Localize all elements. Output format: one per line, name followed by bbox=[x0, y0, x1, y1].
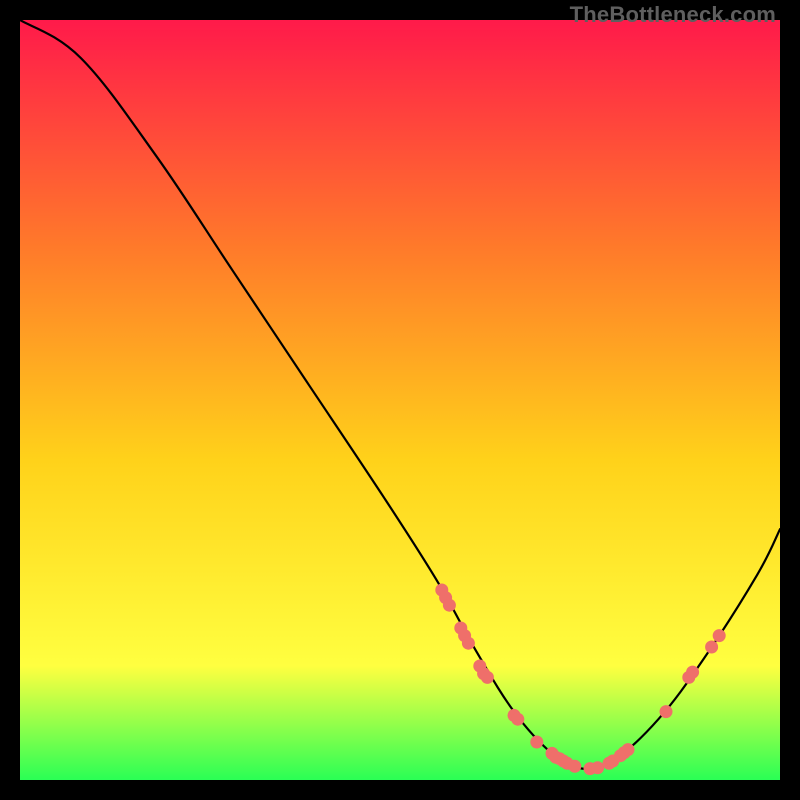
data-point bbox=[686, 666, 699, 679]
data-point bbox=[591, 761, 604, 774]
data-point bbox=[530, 736, 543, 749]
gradient-background bbox=[20, 20, 780, 780]
data-point bbox=[568, 760, 581, 773]
data-point bbox=[511, 713, 524, 726]
data-point bbox=[660, 705, 673, 718]
data-point bbox=[481, 671, 494, 684]
bottleneck-chart bbox=[20, 20, 780, 780]
watermark-text: TheBottleneck.com bbox=[570, 2, 776, 28]
data-point bbox=[462, 637, 475, 650]
data-point bbox=[443, 599, 456, 612]
chart-frame bbox=[20, 20, 780, 780]
data-point bbox=[622, 743, 635, 756]
data-point bbox=[713, 629, 726, 642]
data-point bbox=[705, 641, 718, 654]
